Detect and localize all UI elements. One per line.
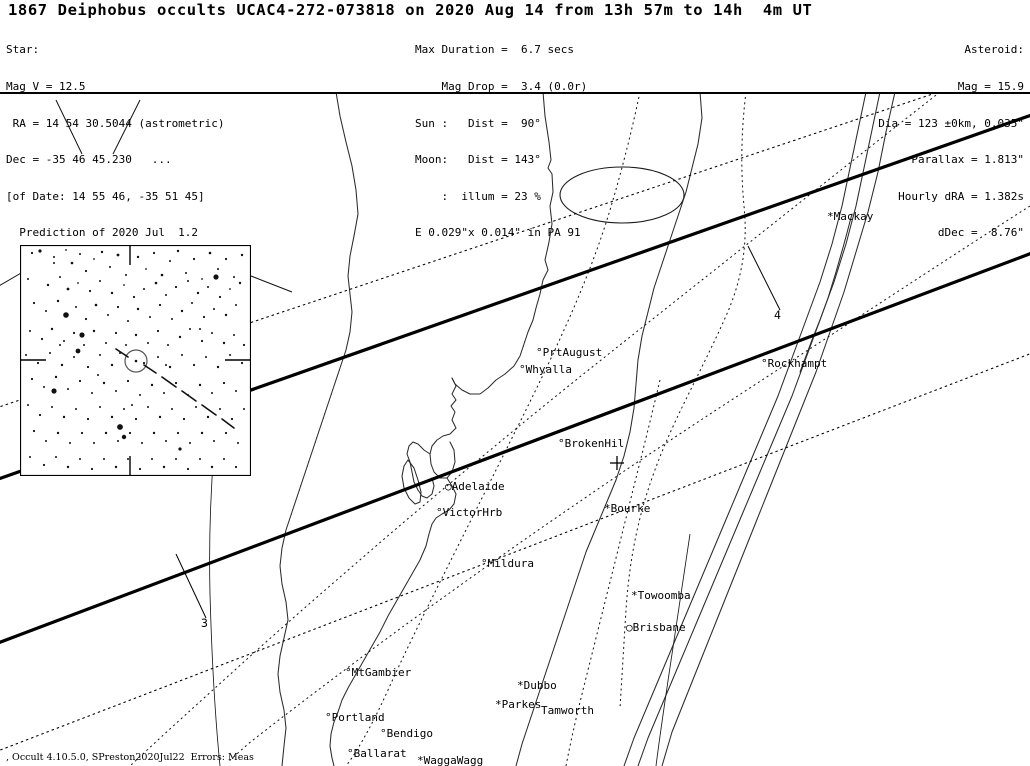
occultation-prediction-page: 1867 Deiphobus occults UCAC4-272-073818 … <box>0 0 1030 766</box>
place-marker-circle: ° <box>558 437 565 450</box>
place-label-towoomba: *Towoomba <box>631 589 691 602</box>
coast-qld-east-3 <box>661 94 896 766</box>
place-label-parkes: *Parkes <box>495 698 542 711</box>
place-marker-circle: ° <box>380 727 387 740</box>
place-label-bendigo: °Bendigo <box>380 727 433 740</box>
inset-leader-right <box>250 275 293 293</box>
header-block: 1867 Deiphobus occults UCAC4-272-073818 … <box>0 0 1030 239</box>
place-label-rockhampt: °Rockhampt <box>761 357 828 370</box>
page-title: 1867 Deiphobus occults UCAC4-272-073818 … <box>8 1 813 19</box>
place-label-tamworth: Tamworth <box>541 704 594 717</box>
time-marker-4: 4 <box>774 308 781 322</box>
dotted-curve-twilight <box>129 94 939 766</box>
coast-qld-east-2 <box>637 94 881 766</box>
star-chart-vector <box>20 245 251 476</box>
place-label-waggawagg: *WaggaWagg <box>417 754 484 766</box>
place-label-ballarat: °Ballarat <box>347 747 407 760</box>
place-marker-circle: ° <box>761 357 768 370</box>
place-label-whyalla: °Whyalla <box>519 363 572 376</box>
place-label-mtgambier: °MtGambier <box>345 666 412 679</box>
place-label-bourke: *Bourke <box>604 502 651 515</box>
asteroid-line-0: Asteroid: <box>964 43 1024 57</box>
place-marker-circle: ° <box>347 747 354 760</box>
star-line-0: Star: <box>6 43 40 57</box>
river-inland-east <box>515 94 703 766</box>
place-label-brokenhil: °BrokenHil <box>558 437 625 450</box>
time-tick-3 <box>175 553 207 619</box>
star-chart-inset[interactable] <box>20 245 251 476</box>
graticule-meridians <box>209 369 691 766</box>
place-marker-star: * <box>495 698 502 711</box>
coast-spencer-gulf <box>429 377 457 479</box>
footer-credit: , Occult 4.10.5.0, SPreston2020Jul22 Err… <box>6 752 254 763</box>
place-label-portland: °Portland <box>325 711 385 724</box>
circ-line-0: Max Duration = 6.7 secs <box>415 43 574 57</box>
inset-leader-top-right <box>112 99 141 155</box>
place-label-mildura: °Mildura <box>481 557 534 570</box>
place-label-adelaide: ○Adelaide <box>445 480 505 493</box>
place-marker-star: * <box>517 679 524 692</box>
place-marker-star: * <box>827 210 834 223</box>
time-tick-lines <box>175 245 781 619</box>
coast-kangaroo-island <box>401 459 422 505</box>
inset-leader-top-left <box>55 99 83 155</box>
place-label-mackay: *Mackay <box>827 210 874 223</box>
place-marker-star: * <box>604 502 611 515</box>
place-marker-circle: ° <box>345 666 352 679</box>
graticule-cross-marker <box>610 456 624 470</box>
coast-qld-east-1 <box>623 94 867 766</box>
place-label-dubbo: *Dubbo <box>517 679 557 692</box>
place-marker-circle: ° <box>519 363 526 376</box>
place-label-victorhrb: °VictorHrb <box>436 506 503 519</box>
dotted-limit-curves <box>129 94 1030 766</box>
time-tick-4 <box>747 245 781 311</box>
place-marker-circle: ° <box>436 506 443 519</box>
map-panel[interactable]: °PrtAugust °Whyalla °BrokenHil *Bourke ○… <box>0 92 1030 766</box>
place-marker-bigcircle: ○ <box>445 480 452 493</box>
place-label-brisbane: ○Brisbane <box>626 621 686 634</box>
target-star <box>134 359 138 363</box>
place-marker-bigcircle: ○ <box>626 621 633 634</box>
lake-outline <box>559 166 685 224</box>
place-marker-circle: ° <box>481 557 488 570</box>
place-marker-circle: ° <box>325 711 332 724</box>
place-marker-circle: ° <box>536 346 543 359</box>
place-marker-star: * <box>631 589 638 602</box>
time-marker-3: 3 <box>201 616 208 630</box>
place-label-prtaugust: °PrtAugust <box>536 346 603 359</box>
place-marker-star: * <box>417 754 424 766</box>
